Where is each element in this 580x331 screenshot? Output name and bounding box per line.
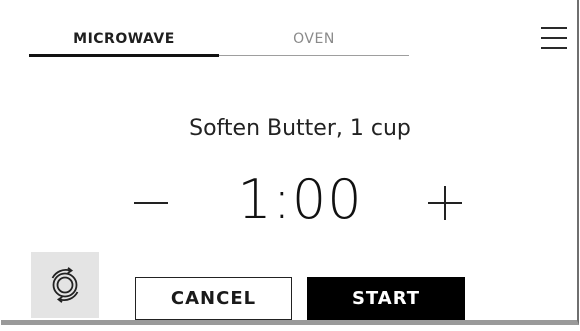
tab-microwave[interactable]: MICROWAVE — [29, 28, 219, 55]
microwave-control-screen: MICROWAVE OVEN Soften Butter, 1 cup 1:00… — [1, 0, 579, 325]
tab-oven[interactable]: OVEN — [219, 28, 409, 55]
active-tab-indicator — [29, 54, 219, 57]
menu-line — [541, 27, 567, 29]
cancel-button[interactable]: CANCEL — [135, 277, 292, 320]
menu-line — [541, 37, 567, 39]
increase-time-button[interactable] — [422, 180, 468, 226]
start-button[interactable]: START — [307, 277, 465, 320]
turntable-icon — [51, 267, 79, 303]
turntable-button[interactable] — [31, 252, 99, 318]
plus-icon-vertical — [444, 186, 446, 220]
menu-line — [541, 47, 567, 49]
program-title: Soften Butter, 1 cup — [189, 116, 411, 141]
mode-tabs: MICROWAVE OVEN — [29, 28, 409, 58]
timer-display: 1:00 — [237, 168, 363, 231]
hamburger-menu-icon[interactable] — [541, 24, 567, 52]
